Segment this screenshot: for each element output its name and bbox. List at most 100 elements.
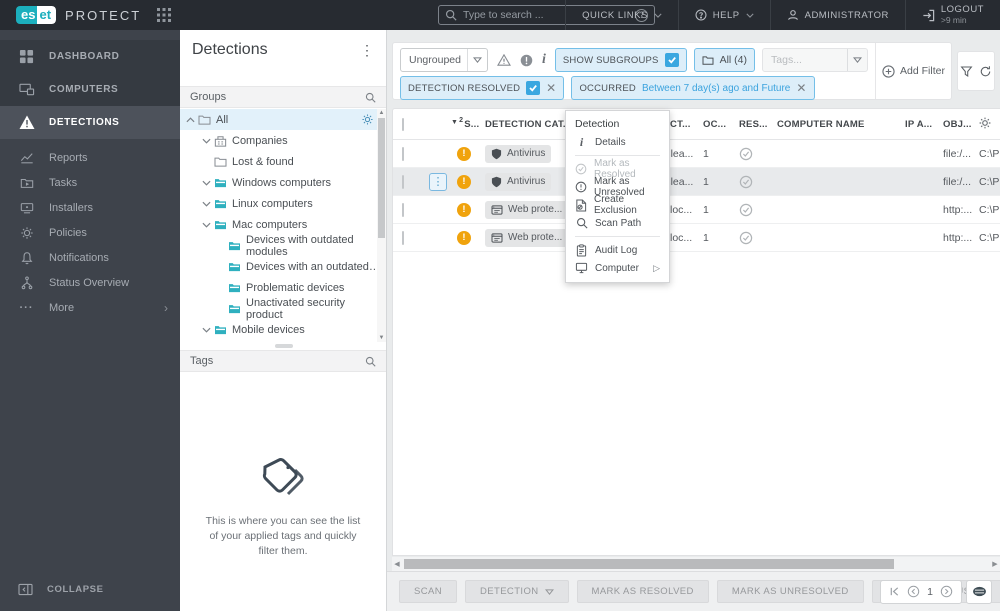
tags-filter-select[interactable]: Tags... [762,48,869,72]
group-by-select[interactable]: Ungrouped [400,48,488,72]
administrator-menu[interactable]: ADMINISTRATOR [769,0,905,30]
tree-item-problematic-devices[interactable]: Problematic devices [180,277,386,298]
scroll-right-arrow[interactable]: ▶ [990,560,1000,568]
chevron-down-icon[interactable] [200,327,212,333]
severity-error-filter-icon[interactable] [520,54,533,67]
tree-item-all[interactable]: All [180,109,386,130]
sidebar-item-tasks[interactable]: Tasks [0,170,180,195]
add-filter-button[interactable]: Add Filter [875,43,951,99]
show-subgroups-chip[interactable]: SHOW SUBGROUPS [554,48,687,72]
tasks-icon [18,176,35,190]
groups-header-label: Groups [190,91,227,103]
severity-warning-filter-icon[interactable] [497,54,511,66]
remove-filter-icon[interactable]: ✕ [546,82,556,94]
mark-as-resolved-button[interactable]: MARK AS RESOLVED [576,580,709,603]
scrollbar-thumb[interactable] [404,559,894,569]
tree-item-outdated-os[interactable]: Devices with an outdated operating sy... [180,256,386,277]
prev-page-icon[interactable] [907,585,920,598]
resolved-check-icon [739,203,777,217]
row-checkbox[interactable] [402,202,404,217]
column-occurred[interactable]: OC... [703,119,739,130]
logout-button[interactable]: LOGOUT >9 min [904,0,1000,30]
access-group-chip[interactable]: All (4) [693,48,756,72]
table-row[interactable]: ! Antivirus Clea... 1 file:/... C:\P [393,140,1000,168]
sidebar-item-dashboard[interactable]: DASHBOARD [0,40,180,73]
row-checkbox[interactable] [402,230,404,245]
column-settings-gear-icon[interactable] [978,116,992,130]
mark-as-unresolved-button[interactable]: MARK AS UNRESOLVED [716,580,864,603]
chevron-down-icon[interactable] [200,201,212,207]
column-resolved[interactable]: RES... [739,119,777,130]
tree-item-unactivated-security[interactable]: Unactivated security product [180,297,386,321]
checkbox-checked-icon[interactable] [664,53,679,67]
remove-filter-icon[interactable]: ✕ [796,82,806,94]
menu-item-scan-path[interactable]: Scan Path [566,214,669,232]
tree-item-companies[interactable]: Companies [180,130,386,151]
tags-search-icon[interactable] [365,356,376,367]
category-label: Antivirus [507,176,546,187]
tree-item-mobile-devices[interactable]: Mobile devices [180,319,386,340]
sidebar-item-status-overview[interactable]: Status Overview [0,270,180,295]
group-settings-gear-icon[interactable] [361,113,374,126]
table-row[interactable]: ! Web prote... Bloc... 1 http:... C:\P [393,196,1000,224]
checkbox-checked-icon[interactable] [526,81,541,95]
next-page-icon[interactable] [940,585,953,598]
row-checkbox[interactable] [402,146,404,161]
detection-actions-button[interactable]: DETECTION [465,580,569,603]
groups-search-icon[interactable] [365,92,376,103]
tree-item-lost-found[interactable]: Lost & found [180,151,386,172]
occurred-filter-value[interactable]: Between 7 day(s) ago and Future [642,83,790,94]
tags-header-label: Tags [190,355,214,367]
menu-item-audit-log[interactable]: Audit Log [566,241,669,259]
panel-resize-handle[interactable] [275,344,293,348]
menu-item-details[interactable]: i Details [566,133,669,151]
scan-button[interactable]: SCAN [399,580,457,603]
chevron-down-icon[interactable] [200,138,212,144]
sidebar-item-notifications[interactable]: Notifications [0,245,180,270]
tree-scrollbar[interactable]: ▲ ▼ [377,109,386,342]
sidebar-item-computers[interactable]: COMPUTERS [0,73,180,106]
chevron-up-icon[interactable] [184,116,196,123]
tree-item-outdated-modules[interactable]: Devices with outdated modules [180,234,386,258]
column-label: S... [464,118,480,130]
table-row-selected[interactable]: ⋮ ! Antivirus Clea... 1 file:/... C:\P [393,168,1000,196]
tree-item-mac-computers[interactable]: Mac computers [180,214,386,235]
menu-item-computer[interactable]: Computer ▷ [566,259,669,277]
chevron-down-icon[interactable] [200,180,212,186]
column-computer-name[interactable]: COMPUTER NAME [777,119,905,130]
refresh-icon[interactable] [979,65,992,78]
status-overview-icon [18,275,35,290]
rows-per-page-button[interactable] [966,579,992,604]
occurred-filter-chip[interactable]: OCCURRED Between 7 day(s) ago and Future… [571,76,815,100]
dynamic-folder-icon [228,282,241,293]
object-cell: file:/... [943,147,972,160]
horizontal-scrollbar[interactable]: ◀ ▶ [392,557,1000,571]
column-ip[interactable]: IP A... [905,119,943,130]
tree-item-windows-computers[interactable]: Windows computers [180,172,386,193]
row-context-menu-button[interactable]: ⋮ [429,172,447,191]
table-row[interactable]: ! Web prote... Bloc... 1 http:... C:\P [393,224,1000,252]
first-page-icon[interactable] [889,586,900,597]
scroll-left-arrow[interactable]: ◀ [392,560,402,568]
app-grid-icon[interactable] [157,8,172,22]
collapse-button[interactable]: COLLAPSE [0,575,180,603]
column-severity[interactable]: ▼ 2 S... [451,117,485,130]
sidebar-item-detections[interactable]: DETECTIONS [0,106,180,139]
sidebar-item-reports[interactable]: Reports [0,145,180,170]
sidebar-item-more[interactable]: ··· More › [0,295,180,320]
select-all-checkbox[interactable] [402,117,404,131]
chevron-down-icon[interactable] [200,222,212,228]
tree-item-label: Mac computers [232,218,308,231]
column-object[interactable]: OBJ... [943,119,979,130]
tree-item-linux-computers[interactable]: Linux computers [180,193,386,214]
panel-menu-icon[interactable]: ⋮ [360,42,374,59]
filter-funnel-icon[interactable] [960,65,973,78]
menu-item-create-exclusion[interactable]: Create Exclusion [566,194,669,216]
row-checkbox[interactable] [402,174,404,189]
sidebar-item-policies[interactable]: Policies [0,220,180,245]
sidebar-item-installers[interactable]: Installers [0,195,180,220]
detection-resolved-filter-chip[interactable]: DETECTION RESOLVED ✕ [400,76,565,100]
help-menu[interactable]: HELP [677,0,770,30]
severity-info-filter-icon[interactable]: i [542,52,546,68]
quick-links-menu[interactable]: QUICK LINKS [565,0,678,30]
